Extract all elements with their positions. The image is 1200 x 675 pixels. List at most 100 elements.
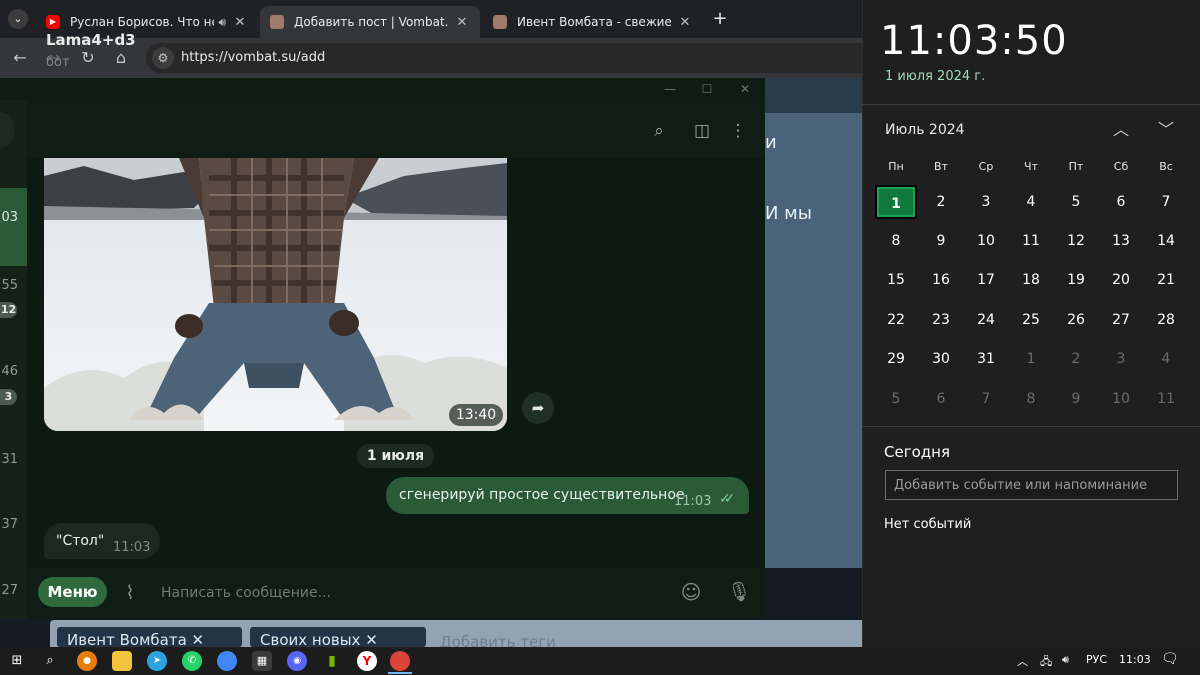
back-icon[interactable]: ← — [10, 48, 30, 68]
search-circle[interactable] — [0, 112, 14, 148]
whatsapp-icon[interactable]: ✆ — [182, 651, 202, 671]
tab-vombat-event[interactable]: Ивент Вомбата - свежие пост... ✕ — [483, 6, 703, 38]
calendar-day-next-month[interactable]: 4 — [1145, 342, 1187, 376]
calendar-day[interactable]: 15 — [875, 263, 917, 297]
calendar-day-today[interactable]: 1 — [875, 185, 917, 219]
calendar-day[interactable]: 27 — [1100, 303, 1142, 337]
calendar-day[interactable]: 19 — [1055, 263, 1097, 297]
microphone-icon[interactable]: 🎙︎ — [727, 579, 751, 605]
calendar-day[interactable]: 29 — [875, 342, 917, 376]
tab-search-button[interactable]: ⌄ — [8, 9, 28, 29]
calendar-day[interactable]: 26 — [1055, 303, 1097, 337]
calendar-day[interactable]: 18 — [1010, 263, 1052, 297]
close-tab-icon[interactable]: ✕ — [454, 15, 470, 30]
calendar-day-next-month[interactable]: 1 — [1010, 342, 1052, 376]
blender-icon[interactable]: ● — [77, 651, 97, 671]
close-icon[interactable]: ✕ — [736, 80, 754, 98]
calendar-day[interactable]: 17 — [965, 263, 1007, 297]
maximize-icon[interactable]: ☐ — [698, 80, 716, 98]
omnibox[interactable]: ⚙ https://vombat.su/add — [146, 43, 862, 73]
calendar-day-next-month[interactable]: 6 — [920, 382, 962, 416]
search-icon[interactable]: ⌕ — [648, 120, 670, 142]
calendar-day[interactable]: 11 — [1010, 224, 1052, 258]
calendar-day-next-month[interactable]: 10 — [1100, 382, 1142, 416]
calendar-day[interactable]: 16 — [920, 263, 962, 297]
selected-chat-highlight[interactable] — [0, 188, 27, 266]
calendar-day[interactable]: 10 — [965, 224, 1007, 258]
site-info-icon[interactable]: ⚙ — [152, 47, 174, 69]
telegram-icon[interactable]: ➤ — [147, 651, 167, 671]
outgoing-message[interactable]: сгенерируй простое существительное 11:03… — [386, 477, 749, 514]
calendar-day-next-month[interactable]: 7 — [965, 382, 1007, 416]
calendar-day[interactable]: 4 — [1010, 185, 1052, 219]
input-language[interactable]: РУС — [1086, 653, 1107, 666]
calendar-day[interactable]: 13 — [1100, 224, 1142, 258]
photo-message[interactable] — [44, 158, 507, 431]
calendar-day[interactable]: 21 — [1145, 263, 1187, 297]
calendar-day[interactable]: 28 — [1145, 303, 1187, 337]
month-label[interactable]: Июль 2024 — [885, 122, 965, 138]
close-tab-icon[interactable]: ✕ — [677, 15, 693, 30]
calendar-day-next-month[interactable]: 2 — [1055, 342, 1097, 376]
calendar-day[interactable]: 6 — [1100, 185, 1142, 219]
calendar-day[interactable]: 2 — [920, 185, 962, 219]
notifications-icon[interactable]: 🗨︎ — [1161, 651, 1179, 667]
bot-menu-button[interactable]: Меню — [38, 577, 107, 607]
search-icon[interactable]: ⌕ — [40, 651, 60, 671]
calendar-day-next-month[interactable]: 3 — [1100, 342, 1142, 376]
calendar-day[interactable]: 24 — [965, 303, 1007, 337]
flyout-date-link[interactable]: 1 июля 2024 г. — [885, 69, 985, 84]
url-text[interactable]: https://vombat.su/add — [181, 50, 325, 65]
add-event-input[interactable] — [885, 470, 1178, 500]
calculator-icon[interactable]: ▦ — [252, 651, 272, 671]
network-icon[interactable]: 🖧︎ — [1040, 653, 1052, 672]
next-month-icon[interactable]: ﹀ — [1154, 118, 1178, 142]
discord-icon[interactable]: ◉ — [287, 651, 307, 671]
emoji-icon[interactable]: ☺ — [678, 579, 704, 605]
tag-chip[interactable]: Своих новых ✕ — [250, 627, 426, 647]
taskbar-clock[interactable]: 11:03 — [1119, 653, 1151, 666]
calendar-day[interactable]: 12 — [1055, 224, 1097, 258]
nvidia-icon[interactable]: ▮ — [322, 651, 342, 671]
reload-icon[interactable]: ↻ — [78, 48, 98, 68]
calendar-day[interactable]: 31 — [965, 342, 1007, 376]
calendar-day[interactable]: 20 — [1100, 263, 1142, 297]
new-tab-icon[interactable]: + — [710, 9, 730, 29]
show-hidden-icons-icon[interactable]: ︿ — [1017, 653, 1028, 669]
calendar-day[interactable]: 23 — [920, 303, 962, 337]
close-tab-icon[interactable]: ✕ — [232, 15, 248, 30]
calendar-day[interactable]: 5 — [1055, 185, 1097, 219]
tag-chip[interactable]: Ивент Вомбата ✕ — [57, 627, 242, 647]
calendar-day-next-month[interactable]: 5 — [875, 382, 917, 416]
calendar-day[interactable]: 8 — [875, 224, 917, 258]
calendar-day[interactable]: 25 — [1010, 303, 1052, 337]
more-options-icon[interactable]: ⋮ — [727, 120, 749, 142]
sidebar-toggle-icon[interactable]: ◫ — [691, 120, 713, 142]
chrome-icon[interactable] — [217, 651, 237, 671]
attach-icon[interactable]: ⌇ — [118, 581, 142, 605]
incoming-message[interactable]: "Стол" 11:03 — [44, 523, 160, 559]
forward-icon[interactable]: ➦ — [522, 392, 554, 424]
calendar-day[interactable]: 9 — [920, 224, 962, 258]
file-explorer-icon[interactable] — [112, 651, 132, 671]
calendar-day-next-month[interactable]: 11 — [1145, 382, 1187, 416]
calendar-day[interactable]: 30 — [920, 342, 962, 376]
speaker-icon[interactable]: 🔊︎ — [218, 15, 226, 30]
minimize-icon[interactable]: — — [661, 80, 679, 98]
calendar-day[interactable]: 14 — [1145, 224, 1187, 258]
calendar-day-next-month[interactable]: 9 — [1055, 382, 1097, 416]
home-icon[interactable]: ⌂ — [111, 48, 131, 68]
windows-start-icon[interactable]: ⊞ — [7, 651, 27, 671]
chrome-active-icon[interactable] — [390, 651, 410, 671]
calendar-day[interactable]: 3 — [965, 185, 1007, 219]
chat-title[interactable]: Lama4+d3 — [46, 31, 136, 49]
yandex-browser-icon[interactable]: Y — [357, 651, 377, 671]
tag-input-placeholder[interactable]: Добавить теги — [440, 631, 556, 647]
calendar-day[interactable]: 7 — [1145, 185, 1187, 219]
message-input[interactable] — [161, 582, 661, 604]
tab-add-post[interactable]: Добавить пост | Vombat.su ✕ — [260, 6, 480, 38]
calendar-day[interactable]: 22 — [875, 303, 917, 337]
previous-month-icon[interactable]: ︿ — [1109, 118, 1133, 142]
calendar-day-next-month[interactable]: 8 — [1010, 382, 1052, 416]
volume-icon[interactable]: 🔊︎ — [1062, 653, 1069, 667]
